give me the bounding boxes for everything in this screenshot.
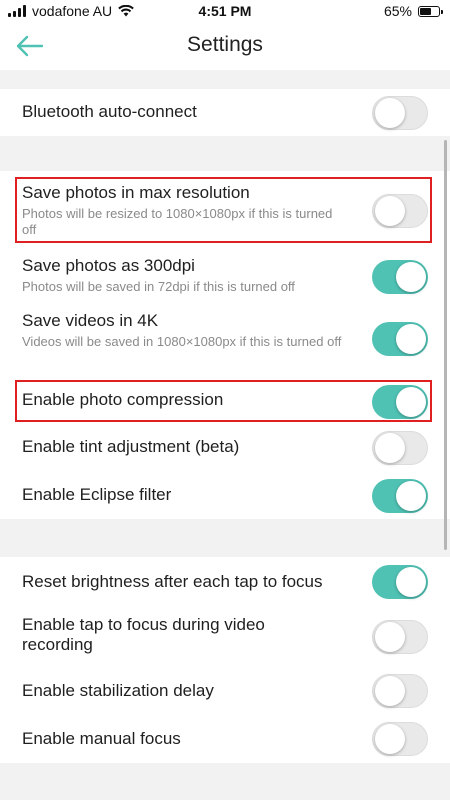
toggle-switch[interactable] [372,431,428,465]
setting-title: Enable manual focus [22,729,181,748]
settings-group-media: Save photos in max resolution Photos wil… [0,171,450,519]
toggle-knob [375,433,405,463]
setting-title: Save photos in max resolution [22,183,250,202]
setting-row: Save photos in max resolution Photos wil… [0,171,450,246]
toggle-knob [375,724,405,754]
toggle-switch[interactable] [372,620,428,654]
scrollbar[interactable] [444,140,447,550]
toggle-switch[interactable] [372,722,428,756]
toggle-knob [396,387,426,417]
setting-row: Enable tap to focus during video recordi… [0,605,450,667]
toggle-switch[interactable] [372,322,428,356]
settings-group-focus: Reset brightness after each tap to focus… [0,557,450,763]
setting-row: Bluetooth auto-connect [0,89,450,136]
toggle-knob [396,262,426,292]
setting-row: Save photos as 300dpi Photos will be sav… [0,246,450,301]
toggle-switch[interactable] [372,96,428,130]
setting-subtitle: Photos will be saved in 72dpi if this is… [22,279,295,294]
status-right: 65% [383,3,443,19]
setting-title: Enable Eclipse filter [22,485,172,504]
battery-percent: 65% [383,3,412,19]
setting-title: Reset brightness after each tap to focus [22,572,323,591]
toggle-switch[interactable] [372,565,428,599]
setting-title: Enable tap to focus during video recordi… [22,615,265,654]
setting-title: Bluetooth auto-connect [22,102,197,121]
toggle-knob [375,196,405,226]
setting-title: Save videos in 4K [22,311,159,330]
toggle-switch[interactable] [372,194,428,228]
toggle-switch[interactable] [372,479,428,513]
toggle-knob [396,481,426,511]
status-time: 4:51 PM [198,3,252,19]
toggle-switch[interactable] [372,385,428,419]
settings-group-bluetooth: Bluetooth auto-connect [0,89,450,136]
nav-header: Settings [0,22,450,70]
toggle-switch[interactable] [372,674,428,708]
setting-title: Enable photo compression [22,390,224,409]
setting-subtitle: Videos will be saved in 1080×1080px if t… [22,334,342,349]
setting-row: Enable tint adjustment (beta) [0,423,450,471]
toggle-knob [396,324,426,354]
page-title: Settings [187,33,263,56]
toggle-knob [375,676,405,706]
setting-row: Enable stabilization delay [0,667,450,715]
toggle-knob [396,567,426,597]
setting-subtitle: Photos will be resized to 1080×1080px if… [22,206,333,237]
setting-row: Save videos in 4K Videos will be saved i… [0,301,450,376]
setting-row: Enable photo compression [0,376,450,423]
setting-row: Reset brightness after each tap to focus [0,557,450,605]
setting-row: Enable Eclipse filter [0,471,450,519]
setting-title: Enable stabilization delay [22,681,214,700]
setting-title: Save photos as 300dpi [22,256,195,275]
setting-title: Enable tint adjustment (beta) [22,437,240,456]
toggle-knob [375,98,405,128]
battery-icon [418,5,443,17]
toggle-knob [375,622,405,652]
toggle-switch[interactable] [372,260,428,294]
setting-row: Enable manual focus [0,715,450,763]
status-bar: vodafone AU 4:51 PM 65% [0,0,450,22]
